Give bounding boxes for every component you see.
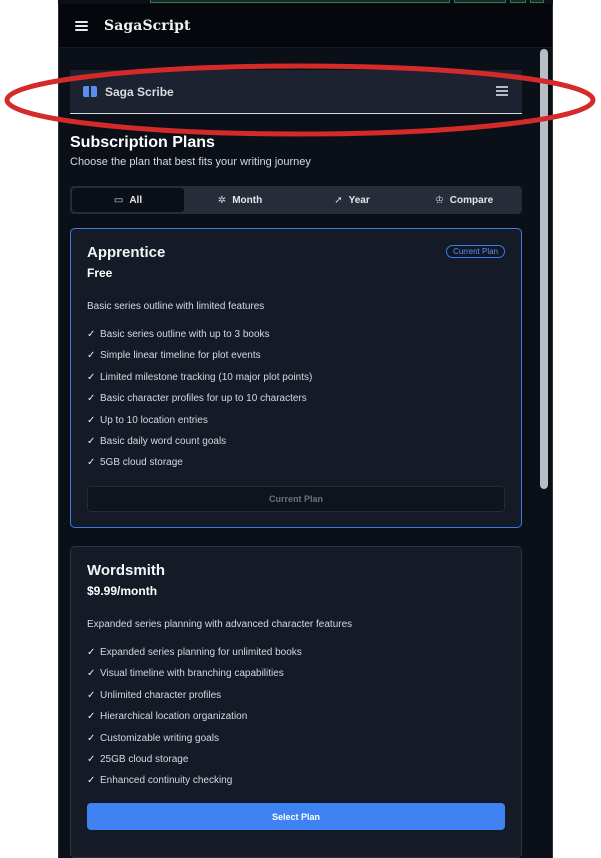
current-plan-badge: Current Plan (446, 245, 505, 258)
browser-tab[interactable] (510, 0, 526, 3)
scrollbar[interactable] (539, 48, 549, 858)
list-item: ✓ Visual timeline with branching capabili… (87, 667, 302, 688)
check-icon: ✓ (87, 329, 96, 340)
feature-text: Expanded series planning for unlimited b… (100, 647, 302, 658)
feature-text: Simple linear timeline for plot events (100, 350, 261, 362)
feature-text: Basic character profiles for up to 10 ch… (100, 393, 307, 405)
menu-icon[interactable] (496, 86, 508, 96)
browser-tab[interactable] (454, 0, 506, 3)
tab-label: Month (232, 194, 263, 206)
select-plan-button[interactable]: Select Plan (87, 803, 505, 830)
list-item: ✓ Basic character profiles for up to 10 c… (87, 392, 312, 413)
check-icon: ✓ (87, 753, 96, 765)
check-icon: ✓ (87, 668, 96, 680)
browser-tab[interactable] (150, 0, 450, 3)
tab-compare[interactable]: ♔ Compare (408, 188, 520, 212)
check-icon: ✓ (87, 371, 96, 383)
plan-price: $9.99/month (87, 584, 158, 598)
plan-filter-tabs: ▭ All ✲ Month ➚ Year ♔ Compare (70, 186, 522, 214)
hamburger-menu-icon[interactable] (75, 20, 88, 31)
browser-tab[interactable] (530, 0, 544, 3)
check-icon: ✓ (87, 647, 96, 658)
list-item: ✓ Hierarchical location organization (87, 710, 302, 731)
site-navbar: Saga Scribe (70, 70, 522, 114)
plan-name: Apprentice (87, 244, 166, 261)
plan-price: Free (87, 266, 113, 280)
scrollbar-thumb[interactable] (540, 49, 548, 489)
list-item: ✓ Expanded series planning for unlimited … (87, 646, 302, 667)
screen: SagaScript Saga Scribe Subscription Plan… (0, 0, 601, 858)
tab-year[interactable]: ➚ Year (296, 188, 408, 212)
check-icon: ✓ (87, 350, 96, 362)
feature-text: Basic daily word count goals (100, 435, 227, 447)
check-icon: ✓ (87, 414, 96, 426)
brand-name[interactable]: Saga Scribe (105, 85, 174, 99)
sparkle-icon: ✲ (217, 194, 227, 206)
feature-text: Visual timeline with branching capabilit… (100, 668, 284, 680)
plan-card-wordsmith: Wordsmith $9.99/month Expanded series pl… (70, 546, 522, 858)
tab-label: All (129, 194, 143, 206)
current-plan-button[interactable]: Current Plan (87, 486, 505, 512)
check-icon: ✓ (87, 711, 96, 723)
list-item: ✓ Basic series outline with up to 3 books (87, 328, 312, 349)
tab-label: Compare (449, 194, 494, 206)
list-item: ✓ Simple linear timeline for plot events (87, 349, 312, 370)
crown-icon: ♔ (434, 194, 444, 206)
scroll-area[interactable]: Saga Scribe Subscription Plans Choose th… (59, 48, 536, 858)
plan-card-apprentice: Apprentice Free Current Plan Basic serie… (70, 228, 522, 528)
feature-text: 25GB cloud storage (100, 753, 189, 765)
calendar-icon: ▭ (113, 194, 124, 206)
feature-text: Basic series outline with up to 3 books (100, 329, 270, 340)
list-item: ✓ 25GB cloud storage (87, 753, 302, 774)
tab-label: Year (348, 194, 370, 206)
plan-description: Basic series outline with limited featur… (87, 301, 265, 312)
plan-name: Wordsmith (87, 562, 166, 579)
page-subtitle: Choose the plan that best fits your writ… (70, 156, 311, 168)
list-item: ✓ Unlimited character profiles (87, 689, 302, 710)
check-icon: ✓ (87, 457, 96, 469)
feature-list: ✓ Expanded series planning for unlimited … (87, 646, 302, 796)
list-item: ✓ Customizable writing goals (87, 732, 302, 753)
feature-text: 5GB cloud storage (100, 457, 183, 469)
app-title: SagaScript (104, 17, 191, 34)
page-title: Subscription Plans (70, 134, 215, 151)
feature-text: Unlimited character profiles (100, 689, 222, 701)
check-icon: ✓ (87, 775, 96, 787)
list-item: ✓ Enhanced continuity checking (87, 774, 302, 795)
outer-background (0, 0, 58, 858)
app-bar: SagaScript (59, 4, 552, 48)
feature-text: Hierarchical location organization (100, 711, 248, 723)
feature-text: Limited milestone tracking (10 major plo… (100, 371, 313, 383)
app-window: SagaScript Saga Scribe Subscription Plan… (58, 4, 553, 858)
list-item: ✓ Basic daily word count goals (87, 435, 312, 456)
feature-text: Up to 10 location entries (100, 414, 208, 426)
book-icon (83, 86, 97, 97)
tab-month[interactable]: ✲ Month (184, 188, 296, 212)
feature-text: Customizable writing goals (100, 732, 219, 744)
feature-text: Enhanced continuity checking (100, 775, 233, 787)
check-icon: ✓ (87, 689, 96, 701)
check-icon: ✓ (87, 435, 96, 447)
tab-all[interactable]: ▭ All (72, 188, 184, 212)
check-icon: ✓ (87, 393, 96, 405)
list-item: ✓ Limited milestone tracking (10 major pl… (87, 371, 312, 392)
list-item: ✓ 5GB cloud storage (87, 456, 312, 477)
plan-description: Expanded series planning with advanced c… (87, 619, 353, 630)
list-item: ✓ Up to 10 location entries (87, 414, 312, 435)
rocket-icon: ➚ (334, 194, 343, 206)
feature-list: ✓ Basic series outline with up to 3 books… (87, 328, 312, 478)
check-icon: ✓ (87, 732, 96, 744)
